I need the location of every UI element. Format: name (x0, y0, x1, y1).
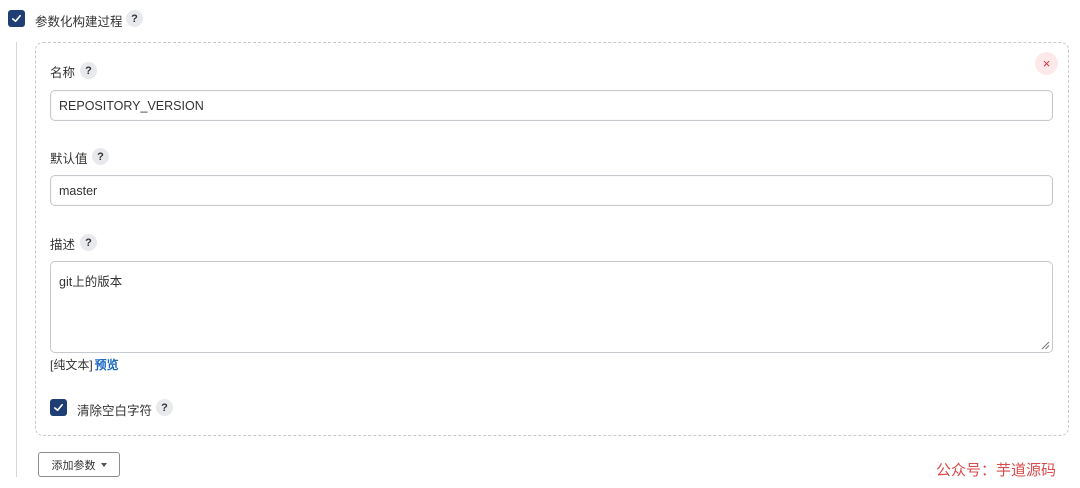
name-label: 名称 (50, 66, 76, 80)
watermark: 公众号：芋道源码 (936, 461, 1057, 479)
default-value-label: 默认值 (50, 152, 88, 166)
default-value-input-value: master (59, 183, 98, 198)
preview-link[interactable]: 预览 (95, 358, 119, 372)
check-icon (54, 403, 63, 412)
help-icon[interactable]: ? (126, 10, 143, 27)
default-value-help-icon[interactable]: ? (92, 148, 109, 165)
description-textarea-value: git上的版本 (59, 275, 123, 289)
default-value-input[interactable]: master (50, 175, 1053, 206)
name-input[interactable]: REPOSITORY_VERSION (50, 90, 1053, 121)
chevron-down-icon (100, 462, 107, 467)
parameterized-build-checkbox[interactable] (8, 10, 25, 27)
add-parameter-button[interactable]: 添加参数 (38, 452, 120, 477)
trim-whitespace-label: 清除空白字符 (77, 404, 153, 418)
name-help-icon[interactable]: ? (80, 62, 97, 79)
remove-parameter-button[interactable]: × (1035, 52, 1058, 75)
description-textarea[interactable]: git上的版本 (50, 261, 1053, 353)
description-label: 描述 (50, 238, 76, 252)
close-icon: × (1042, 56, 1051, 71)
check-icon (12, 14, 21, 23)
trim-help-icon[interactable]: ? (156, 399, 173, 416)
add-parameter-label: 添加参数 (51, 459, 96, 472)
section-rule (16, 42, 17, 477)
trim-whitespace-checkbox[interactable] (50, 399, 67, 416)
parameterized-build-label: 参数化构建过程 (35, 15, 123, 29)
plain-text-label: [纯文本] (50, 358, 93, 372)
format-line: [纯文本] 预览 (50, 356, 119, 373)
name-input-value: REPOSITORY_VERSION (59, 98, 204, 113)
description-help-icon[interactable]: ? (80, 234, 97, 251)
resize-grip-icon[interactable] (1041, 341, 1050, 350)
